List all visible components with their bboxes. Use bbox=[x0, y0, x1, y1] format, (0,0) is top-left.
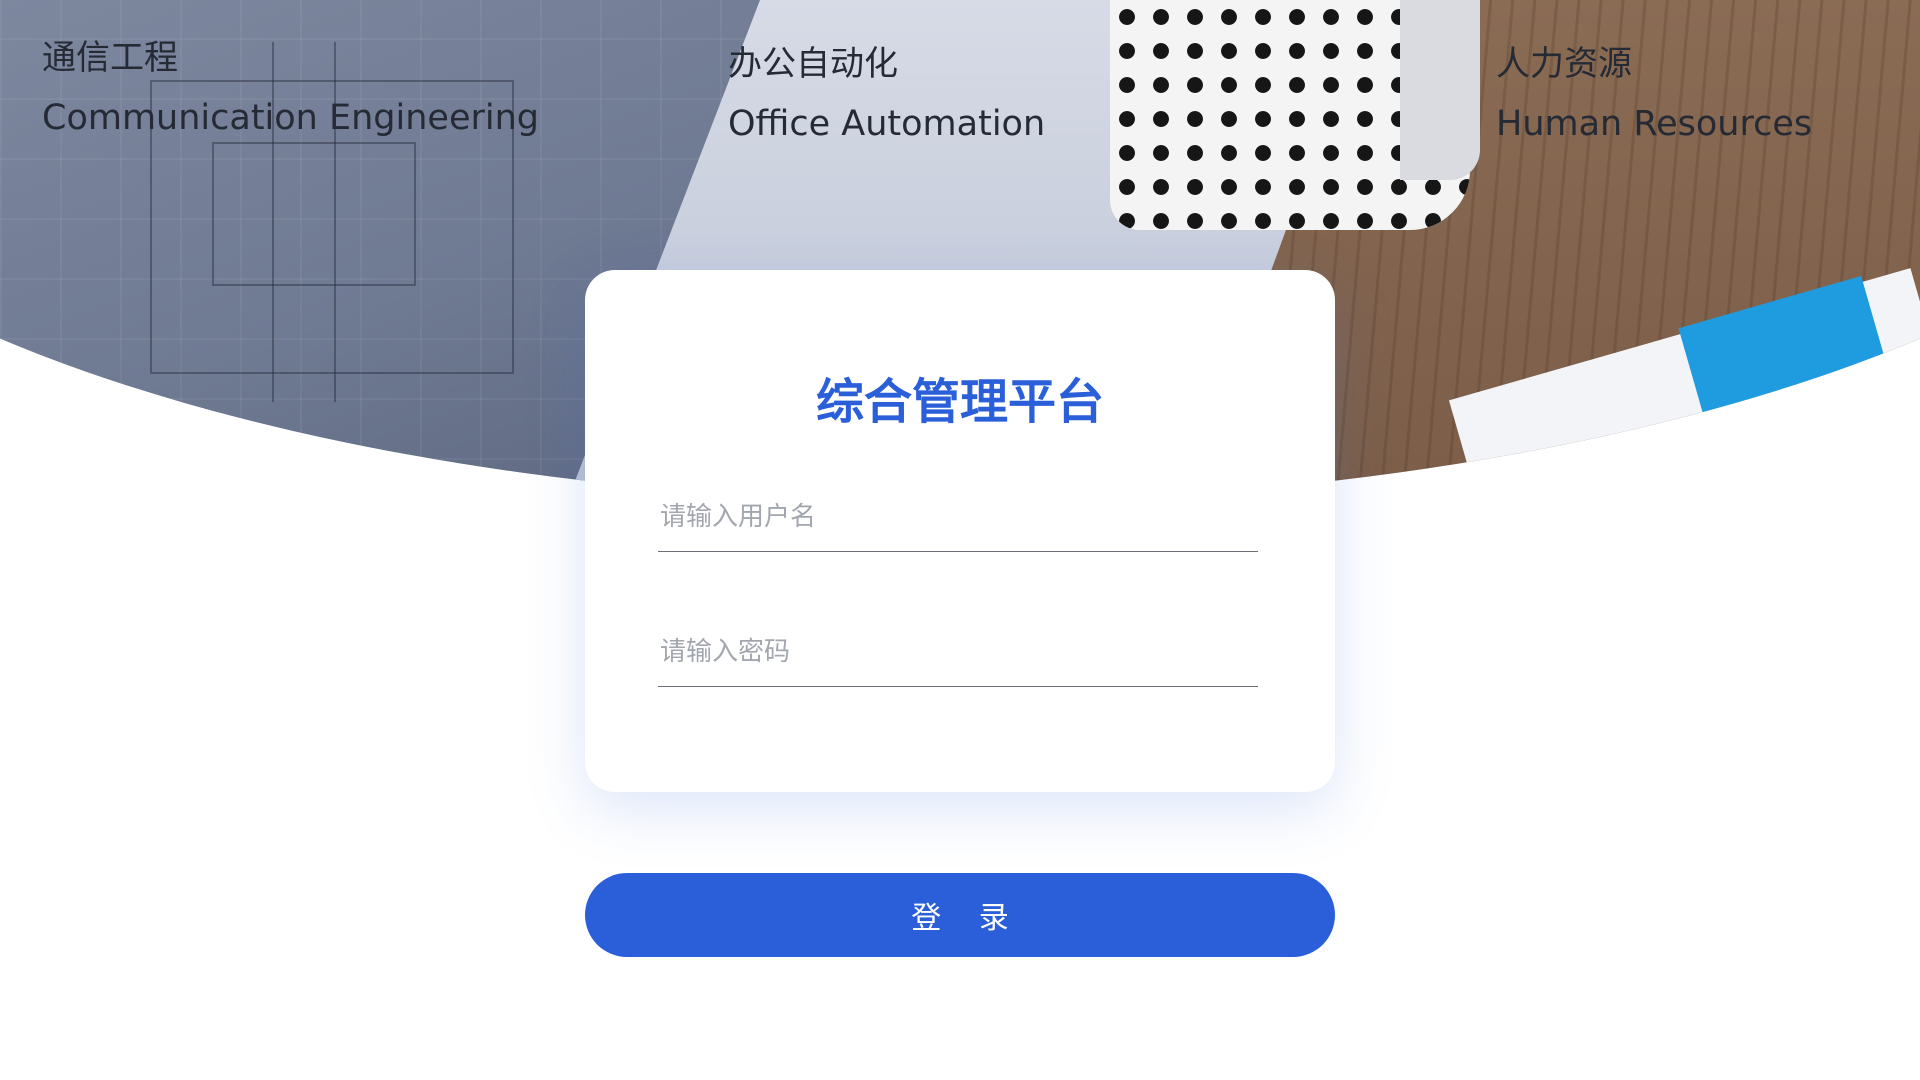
login-card: 综合管理平台 bbox=[585, 270, 1335, 792]
category-title-en: Communication Engineering bbox=[42, 98, 539, 138]
password-input[interactable] bbox=[658, 617, 1258, 687]
category-communication: 通信工程 Communication Engineering bbox=[42, 38, 539, 138]
category-title-en: Office Automation bbox=[728, 104, 1046, 144]
login-button[interactable]: 登 录 bbox=[585, 873, 1335, 957]
username-input[interactable] bbox=[658, 482, 1258, 552]
category-title-en: Human Resources bbox=[1496, 104, 1813, 144]
category-title-cn: 人力资源 bbox=[1496, 44, 1632, 84]
category-hr: 人力资源 Human Resources bbox=[1496, 44, 1812, 144]
category-title-cn: 办公自动化 bbox=[728, 44, 898, 84]
platform-title: 综合管理平台 bbox=[815, 374, 1104, 430]
tablet-device bbox=[1400, 0, 1480, 180]
category-office: 办公自动化 Office Automation bbox=[728, 44, 1045, 144]
category-title-cn: 通信工程 bbox=[42, 38, 178, 78]
